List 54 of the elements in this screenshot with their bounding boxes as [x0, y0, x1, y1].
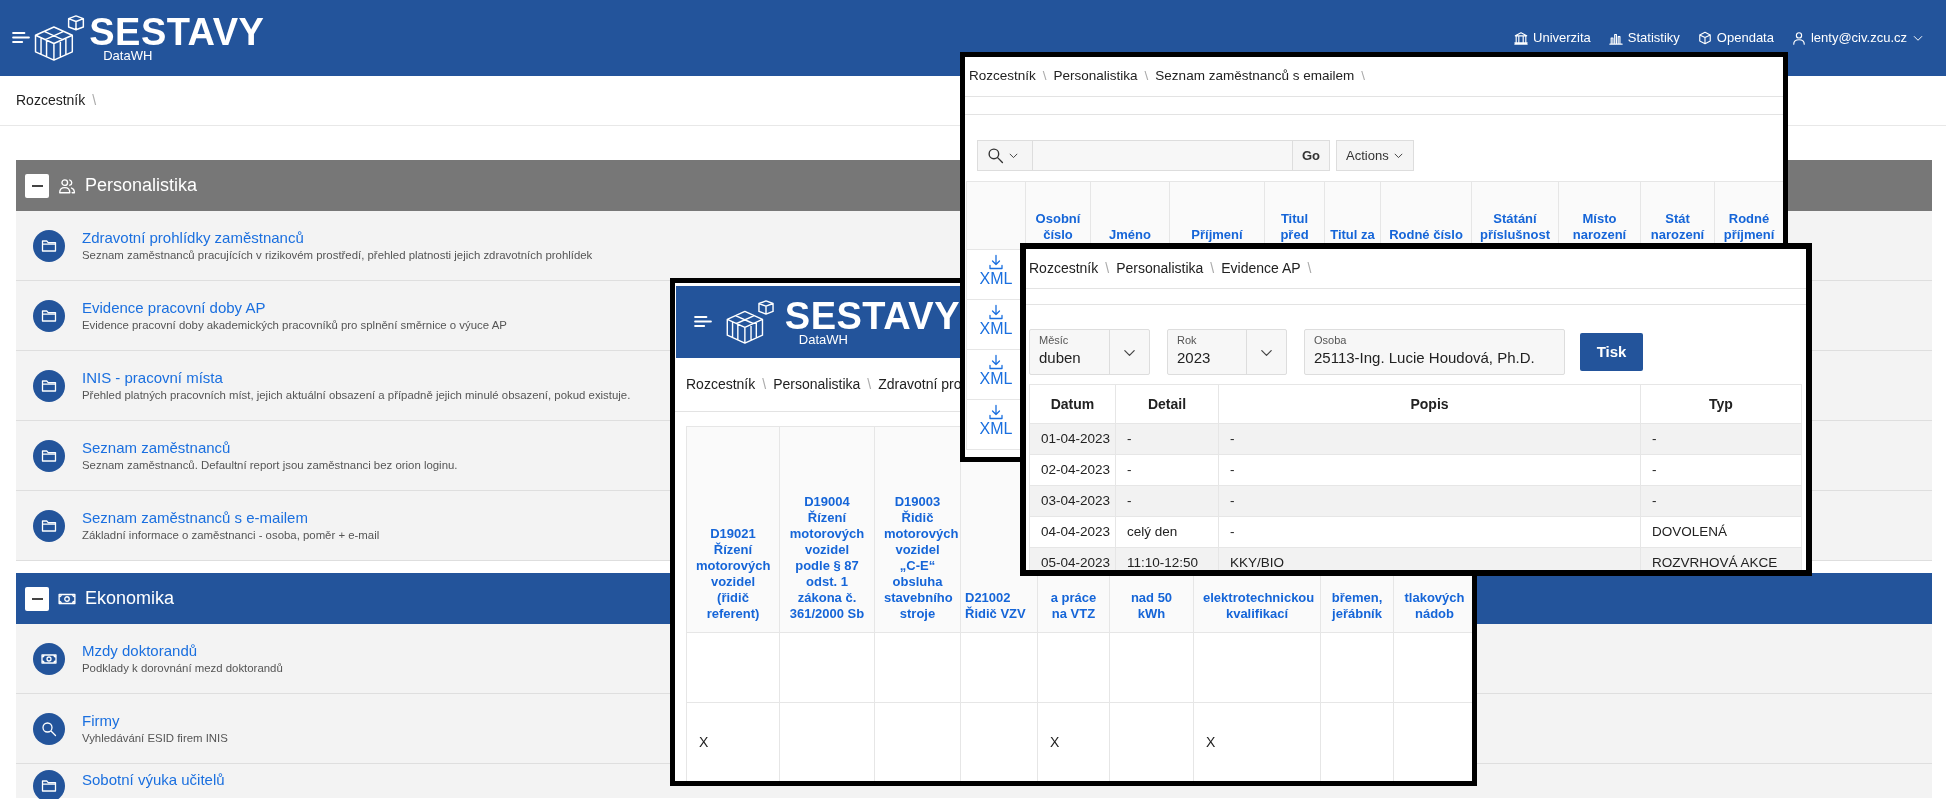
field-label: Rok — [1177, 333, 1198, 347]
field-value: duben — [1039, 348, 1082, 368]
breadcrumb-separator: \ — [1307, 259, 1312, 278]
report-description: Vyhledávání ESID firem INIS — [82, 731, 228, 746]
table-cell: - — [1218, 423, 1641, 455]
report-description: Seznam zaměstnanců. Defaultní report jsou zaměstnanci bez orion loginu. — [82, 458, 458, 473]
report-description: Seznam zaměstnanců pracujících v rizikovém prostředí, přehled platnosti jejich zdravotních prohlídek — [82, 248, 593, 263]
report-description: Evidence pracovní doby akademických pracovníků pro splnění směrnice o výuce AP — [82, 318, 507, 333]
breadcrumb-separator: \ — [1144, 67, 1149, 86]
column-header: Detail — [1115, 384, 1219, 424]
report-description: Přehled platných pracovních míst, jejich aktuální obsazení a případně jejich minulé obsazení, pokud existuje. — [82, 388, 631, 403]
table-cell: KKY/BIO — [1218, 547, 1641, 570]
breadcrumb-separator: \ — [762, 375, 767, 394]
field-value: 25113-Ing. Lucie Houdová, Ph.D. — [1314, 348, 1536, 368]
field-value: 2023 — [1177, 348, 1212, 368]
table-cell: - — [1115, 423, 1219, 455]
table-cell: DOVOLENÁ — [1640, 516, 1802, 548]
field-label: Osoba — [1314, 333, 1348, 347]
table-cell: X — [1037, 702, 1110, 781]
breadcrumb-separator: \ — [1105, 259, 1110, 278]
section-title: Ekonomika — [85, 587, 175, 610]
report-description: Podklady k dorovnání mezd doktorandů — [82, 661, 283, 676]
table-cell: ROZVRHOVÁ AKCE — [1640, 547, 1802, 570]
table-cell: 03-04-2023 — [1029, 485, 1116, 517]
table-cell: 01-04-2023 — [1029, 423, 1116, 455]
table-cell: X — [686, 702, 780, 781]
table-cell: - — [1218, 454, 1641, 486]
table-cell: - — [1115, 485, 1219, 517]
table-cell: - — [1640, 423, 1802, 455]
column-header: Popis — [1218, 384, 1641, 424]
table-cell: - — [1218, 485, 1641, 517]
brand-title: SESTAVY — [89, 14, 265, 49]
table-cell: 04-04-2023 — [1029, 516, 1116, 548]
field-label: Měsíc — [1039, 333, 1070, 347]
table-cell: 05-04-2023 — [1029, 547, 1116, 570]
column-header: Typ — [1640, 384, 1802, 424]
table-cell: 02-04-2023 — [1029, 454, 1116, 486]
report-description: Základní informace o zaměstnanci - osoba, poměr + e-mail — [82, 528, 380, 543]
breadcrumb-separator: \ — [1210, 259, 1215, 278]
table-cell: - — [1218, 516, 1641, 548]
table-cell: X — [1193, 702, 1321, 781]
breadcrumb-separator: \ — [867, 375, 872, 394]
table-cell: - — [1640, 454, 1802, 486]
brand-subtitle: DataWH — [103, 48, 154, 62]
brand-subtitle: DataWH — [798, 332, 849, 346]
section-title: Personalistika — [85, 174, 198, 197]
breadcrumb-separator: \ — [92, 91, 97, 110]
table-cell: - — [1640, 485, 1802, 517]
table-cell: - — [1115, 454, 1219, 486]
column-header: Datum — [1029, 384, 1116, 424]
breadcrumb-separator: \ — [1042, 67, 1047, 86]
brand-title: SESTAVY — [784, 298, 961, 333]
breadcrumb-separator: \ — [1361, 67, 1365, 86]
table-cell: celý den — [1115, 516, 1219, 548]
